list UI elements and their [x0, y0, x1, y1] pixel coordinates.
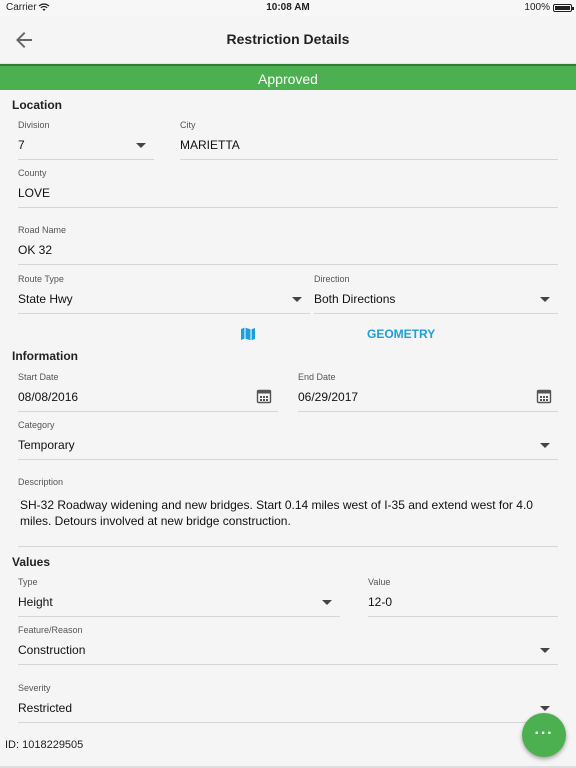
app-bar: Restriction Details — [0, 16, 576, 64]
road-name-field[interactable]: Road Name OK 32 — [18, 225, 558, 265]
division-select[interactable]: Division 7 — [18, 120, 154, 160]
road-name-label: Road Name — [18, 225, 67, 235]
category-select[interactable]: Category Temporary — [18, 420, 558, 460]
chevron-down-icon — [292, 297, 302, 302]
chevron-down-icon — [540, 648, 550, 653]
geometry-label: GEOMETRY — [367, 327, 436, 341]
status-bar: Carrier 10:08 AM 100% — [0, 0, 576, 16]
county-label: County — [18, 168, 47, 178]
route-type-label: Route Type — [18, 274, 64, 284]
category-value: Temporary — [18, 438, 75, 452]
description-value: SH-32 Roadway widening and new bridges. … — [20, 498, 533, 528]
chevron-down-icon — [540, 297, 550, 302]
more-actions-button[interactable]: ··· — [522, 713, 566, 757]
type-value: Height — [18, 595, 53, 609]
type-label: Type — [18, 577, 38, 587]
category-label: Category — [18, 420, 55, 430]
chevron-down-icon — [136, 143, 146, 148]
county-field[interactable]: County LOVE — [18, 168, 558, 208]
division-value: 7 — [18, 138, 25, 152]
end-date-label: End Date — [298, 372, 336, 382]
feature-reason-label: Feature/Reason — [18, 625, 83, 635]
end-date-field[interactable]: End Date 06/29/2017 — [298, 372, 558, 412]
approval-status-banner: Approved — [0, 64, 576, 90]
location-section-title: Location — [12, 98, 62, 112]
values-section-title: Values — [12, 555, 51, 569]
direction-label: Direction — [314, 274, 350, 284]
chevron-down-icon — [322, 600, 332, 605]
city-value: MARIETTA — [180, 138, 240, 152]
calendar-icon[interactable] — [256, 388, 272, 404]
value-label: Value — [368, 577, 391, 587]
record-id: ID: 1018229505 — [5, 739, 84, 751]
value-value: 12-0 — [368, 595, 393, 609]
severity-label: Severity — [18, 683, 51, 693]
end-date-value: 06/29/2017 — [298, 390, 359, 404]
direction-value: Both Directions — [314, 292, 396, 306]
division-label: Division — [18, 120, 50, 130]
county-value: LOVE — [18, 186, 51, 200]
battery-percentage: 100% — [524, 2, 550, 13]
page-title: Restriction Details — [226, 31, 350, 47]
chevron-down-icon — [540, 706, 550, 711]
severity-select[interactable]: Severity Restricted — [18, 683, 558, 723]
direction-select[interactable]: Direction Both Directions — [314, 274, 558, 314]
road-name-value: OK 32 — [18, 243, 53, 257]
calendar-icon[interactable] — [536, 388, 552, 404]
severity-value: Restricted — [18, 701, 73, 715]
start-date-field[interactable]: Start Date 08/08/2016 — [18, 372, 278, 412]
description-label: Description — [18, 477, 64, 487]
value-field[interactable]: Value 12-0 — [368, 577, 558, 617]
clock: 10:08 AM — [266, 2, 310, 13]
city-field[interactable]: City MARIETTA — [180, 120, 558, 160]
map-icon — [241, 327, 255, 341]
battery-icon — [553, 4, 574, 12]
chevron-down-icon — [540, 443, 550, 448]
start-date-value: 08/08/2016 — [18, 390, 79, 404]
information-section-title: Information — [12, 349, 78, 363]
city-label: City — [180, 120, 196, 130]
feature-reason-value: Construction — [18, 643, 86, 657]
start-date-label: Start Date — [18, 372, 59, 382]
route-type-value: State Hwy — [18, 292, 73, 306]
type-select[interactable]: Type Height — [18, 577, 340, 617]
feature-reason-select[interactable]: Feature/Reason Construction — [18, 625, 558, 665]
route-type-select[interactable]: Route Type State Hwy — [18, 274, 310, 314]
more-icon: ··· — [534, 725, 554, 742]
description-field[interactable]: Description SH-32 Roadway widening and n… — [18, 477, 558, 547]
